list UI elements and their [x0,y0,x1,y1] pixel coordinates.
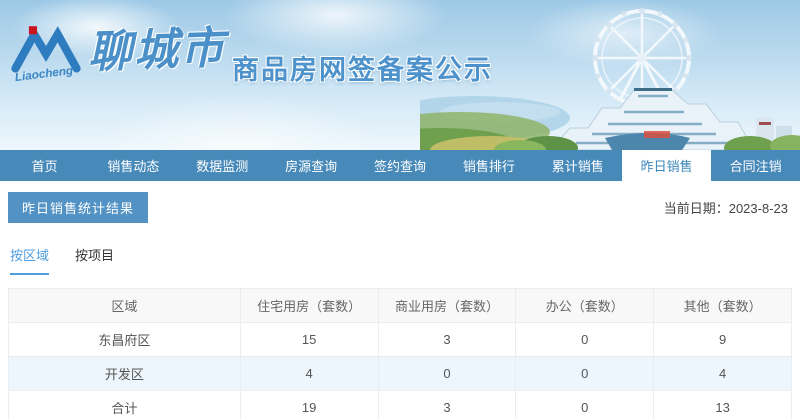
cell-value: 0 [516,357,654,391]
nav-item-contract-cancel[interactable]: 合同注销 [711,150,800,181]
site-title: 商品房网签备案公示 [232,48,493,87]
title-bar: 昨日销售统计结果 当前日期：2023-8-23 [8,192,792,223]
header-banner: Liaocheng 聊城市 商品房网签备案公示 [0,0,800,150]
cell-value: 19 [240,391,378,419]
cell-value: 4 [654,357,792,391]
nav-item-sales-dynamics[interactable]: 销售动态 [89,150,178,181]
col-header-office: 办公（套数） [516,289,654,323]
col-header-residential: 住宅用房（套数） [240,289,378,323]
current-date-label: 当前日期： [664,201,729,216]
content-area: 昨日销售统计结果 当前日期：2023-8-23 按区域 按项目 区域 住宅用房（… [0,181,800,419]
cell-value: 0 [516,391,654,419]
nav-item-yesterday-sales[interactable]: 昨日销售 [622,150,711,181]
current-date: 当前日期：2023-8-23 [664,198,792,217]
liaocheng-logo-icon: Liaocheng [10,22,82,88]
table-header-row: 区域 住宅用房（套数） 商业用房（套数） 办公（套数） 其他（套数） [9,289,792,323]
cell-value: 9 [654,323,792,357]
table-row: 东昌府区 15 3 0 9 [9,323,792,357]
col-header-region: 区域 [9,289,241,323]
cell-value: 3 [378,323,516,357]
logo-script-text: Liaocheng [14,64,74,84]
view-tabs: 按区域 按项目 [8,245,792,275]
cell-region: 东昌府区 [9,323,241,357]
table-row: 开发区 4 0 0 4 [9,357,792,391]
tab-by-project[interactable]: 按项目 [75,245,114,275]
section-title-badge: 昨日销售统计结果 [8,192,148,223]
nav-item-total-sales[interactable]: 累计销售 [533,150,622,181]
nav-item-data-monitor[interactable]: 数据监测 [178,150,267,181]
current-date-value: 2023-8-23 [729,201,788,216]
cell-value: 15 [240,323,378,357]
brand-block: Liaocheng 聊城市 商品房网签备案公示 [10,22,493,88]
main-nav: 首页 销售动态 数据监测 房源查询 签约查询 销售排行 累计销售 昨日销售 合同… [0,150,800,181]
col-header-other: 其他（套数） [654,289,792,323]
cell-region: 开发区 [9,357,241,391]
col-header-commercial: 商业用房（套数） [378,289,516,323]
cell-value: 4 [240,357,378,391]
nav-item-contract-query[interactable]: 签约查询 [356,150,445,181]
sales-stats-table: 区域 住宅用房（套数） 商业用房（套数） 办公（套数） 其他（套数） 东昌府区 … [8,288,792,419]
cell-value: 0 [516,323,654,357]
brand-calligraphy: 聊城市 [87,20,227,83]
table-row-total: 合计 19 3 0 13 [9,391,792,419]
cell-value: 3 [378,391,516,419]
nav-item-sales-ranking[interactable]: 销售排行 [444,150,533,181]
tab-by-region[interactable]: 按区域 [10,245,49,275]
cell-region: 合计 [9,391,241,419]
cell-value: 0 [378,357,516,391]
cell-value: 13 [654,391,792,419]
nav-item-home[interactable]: 首页 [0,150,89,181]
nav-item-housing-query[interactable]: 房源查询 [267,150,356,181]
